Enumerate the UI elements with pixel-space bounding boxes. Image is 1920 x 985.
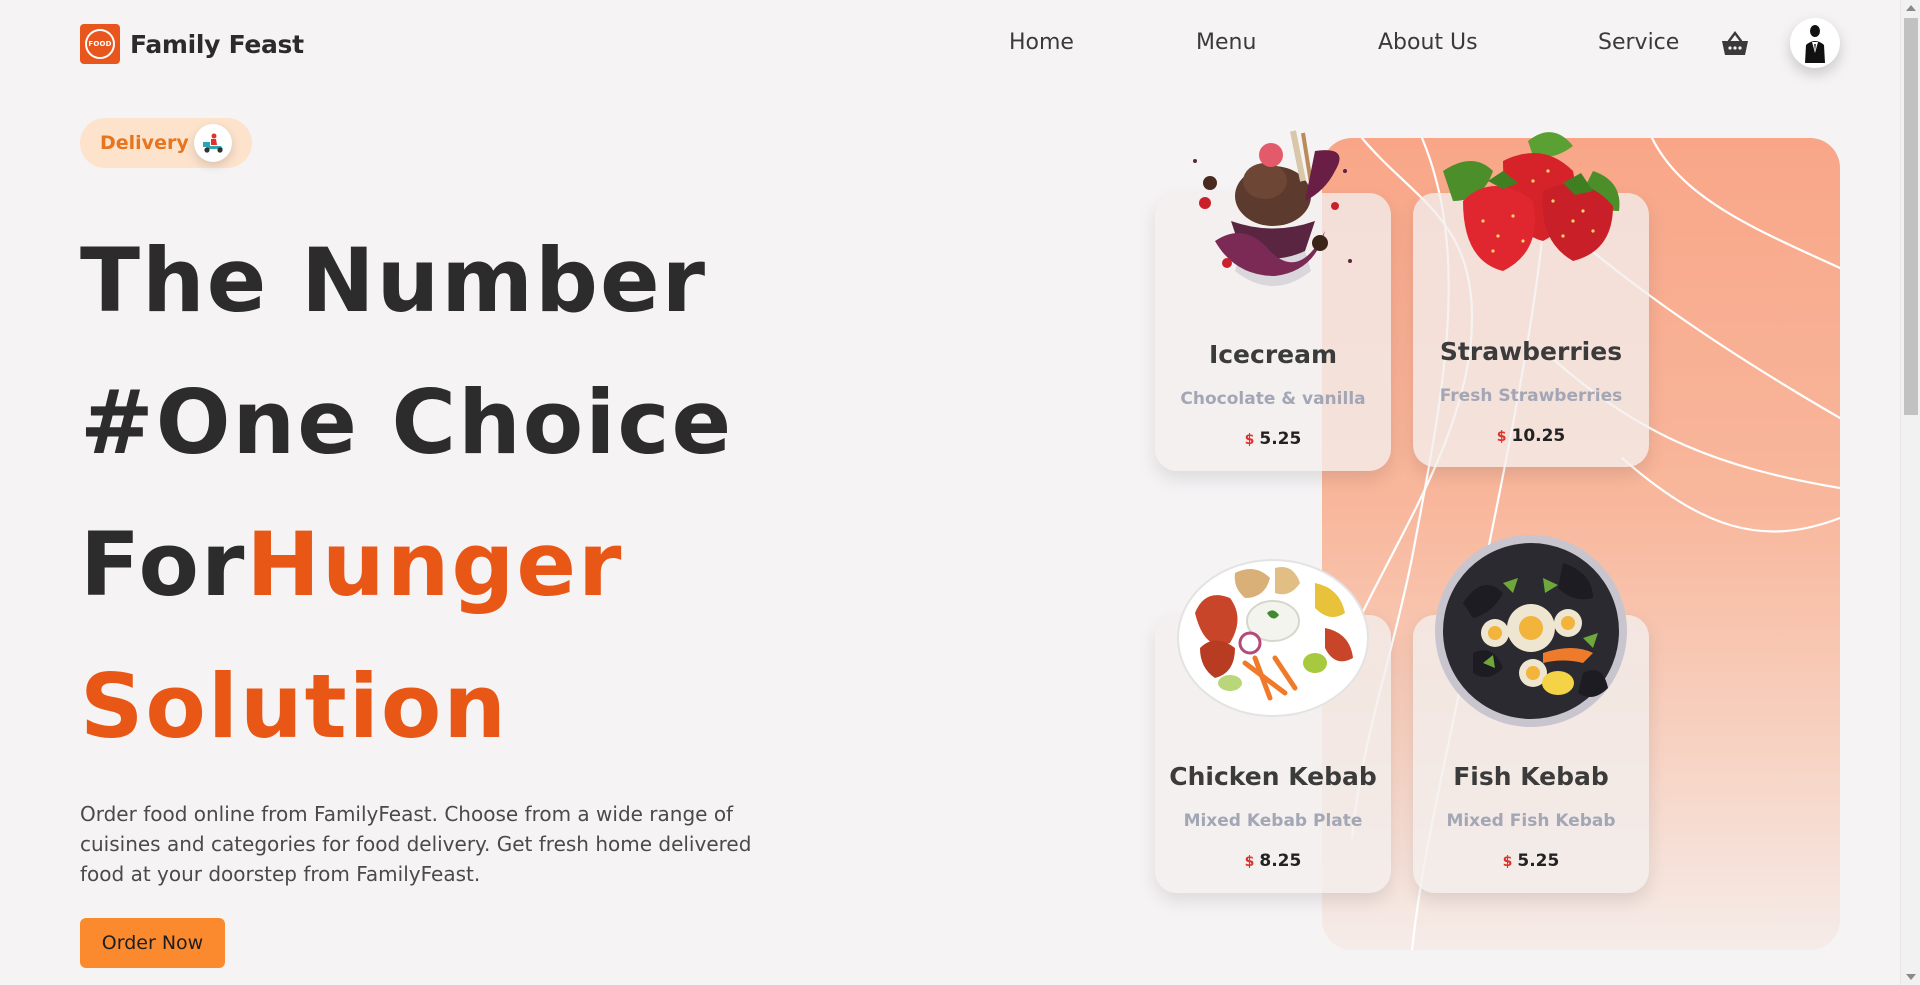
product-price: $5.25 <box>1413 851 1649 871</box>
price-currency: $ <box>1496 429 1507 445</box>
product-price: $5.25 <box>1155 429 1391 449</box>
nav-home-link[interactable]: Home <box>1009 30 1074 55</box>
main-nav: Home Menu About Us Service <box>0 30 1900 60</box>
headline-hunger: Hunger <box>246 513 624 616</box>
headline-for: For <box>80 513 247 616</box>
order-now-button[interactable]: Order Now <box>80 918 225 968</box>
product-price: $8.25 <box>1155 851 1391 871</box>
price-value: 10.25 <box>1511 426 1566 446</box>
scrollbar-thumb[interactable] <box>1904 18 1918 415</box>
product-description: Chocolate & vanilla <box>1180 389 1366 409</box>
product-card-chicken-kebab[interactable]: Chicken Kebab Mixed Kebab Plate $8.25 <box>1155 559 1391 893</box>
product-price: $10.25 <box>1413 426 1649 446</box>
price-currency: $ <box>1244 432 1255 448</box>
product-name: Fish Kebab <box>1453 762 1609 791</box>
price-value: 5.25 <box>1517 851 1560 871</box>
seafood-platter-image <box>1435 535 1627 727</box>
scroll-up-arrow-icon[interactable] <box>1906 5 1916 11</box>
price-currency: $ <box>1502 854 1513 870</box>
chicken-kebab-plate-image <box>1177 559 1369 717</box>
delivery-badge: Delivery <box>80 118 252 168</box>
price-value: 8.25 <box>1259 851 1302 871</box>
product-name: Strawberries <box>1439 337 1623 366</box>
headline-line-3: ForHunger <box>80 494 733 636</box>
icecream-sundae-image <box>1193 130 1352 286</box>
basket-icon <box>1722 31 1748 55</box>
nav-menu-link[interactable]: Menu <box>1196 30 1256 55</box>
strawberries-image <box>1443 132 1620 271</box>
headline-line-2: #One Choice <box>80 371 734 474</box>
product-description: Fresh Strawberries <box>1439 386 1623 406</box>
product-description: Mixed Fish Kebab <box>1446 811 1616 831</box>
product-card-fish-kebab[interactable]: Fish Kebab Mixed Fish Kebab $5.25 <box>1413 535 1649 893</box>
product-card-icecream[interactable]: Icecream Chocolate & vanilla $5.25 <box>1155 130 1391 471</box>
nav-about-link[interactable]: About Us <box>1378 30 1478 55</box>
scooter-icon <box>194 124 232 162</box>
price-currency: $ <box>1244 854 1255 870</box>
product-name: Icecream <box>1208 340 1338 369</box>
site-header: FOOD Family Feast Home Menu About Us Ser… <box>0 0 1900 88</box>
cart-button[interactable] <box>1720 30 1750 58</box>
headline-line-4: Solution <box>80 655 508 758</box>
hero-description: Order food online from FamilyFeast. Choo… <box>80 802 752 886</box>
user-avatar-icon <box>1805 25 1825 63</box>
scroll-down-arrow-icon[interactable] <box>1906 974 1916 980</box>
page-scrollbar[interactable] <box>1900 0 1920 985</box>
hero-headline: The Number #One Choice ForHunger Solutio… <box>80 210 733 778</box>
delivery-badge-label: Delivery <box>100 132 189 154</box>
product-card-strawberries[interactable]: Strawberries Fresh Strawberries $10.25 <box>1413 132 1649 467</box>
user-avatar-button[interactable] <box>1790 18 1840 68</box>
nav-service-link[interactable]: Service <box>1598 30 1679 55</box>
price-value: 5.25 <box>1259 429 1302 449</box>
headline-line-1: The Number <box>80 229 708 332</box>
product-description: Mixed Kebab Plate <box>1183 811 1363 831</box>
product-name: Chicken Kebab <box>1169 762 1377 791</box>
